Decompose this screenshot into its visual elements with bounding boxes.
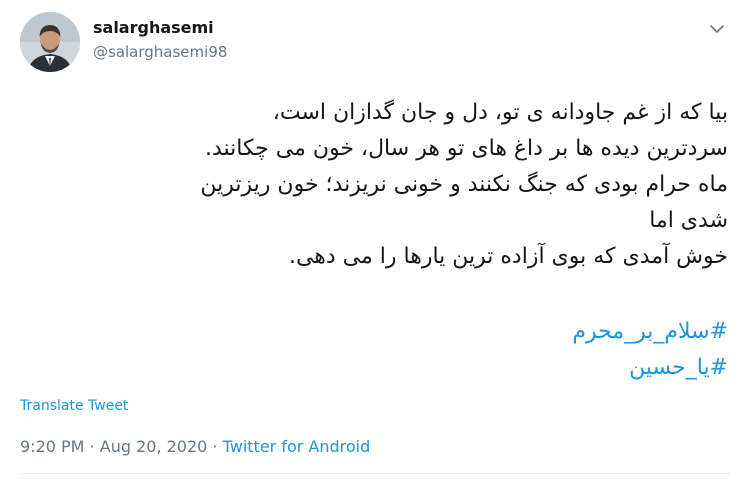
hashtag-link[interactable]: #سلام_بر_محرم (28, 314, 728, 350)
tweet-text-line: بیا که از غم جاودانه ی تو، دل و جان گداز… (272, 100, 728, 125)
avatar-image (20, 12, 80, 72)
hashtag-list: #سلام_بر_محرم #یا_حسین (28, 314, 728, 386)
avatar[interactable] (20, 12, 80, 72)
tweet-text-line: خوش آمدی که بوی آزاده ترین یارها را می د… (288, 244, 728, 269)
tweet-text-line: شدی اما (649, 208, 728, 233)
author-name[interactable]: salarghasemi (93, 18, 214, 37)
hashtag-link[interactable]: #یا_حسین (28, 350, 728, 386)
tweet-text-line: ماه حرام بودی که جنگ نکنند و خونی نریزند… (200, 172, 728, 197)
tweet-time[interactable]: 9:20 PM (20, 437, 84, 456)
divider (20, 473, 730, 474)
tweet-text-line: سردترین دیده ها بر داغ های تو هر سال، خو… (205, 136, 728, 161)
tweet-source-link[interactable]: Twitter for Android (223, 437, 371, 456)
tweet-meta: 9:20 PM · Aug 20, 2020 · Twitter for And… (20, 437, 370, 456)
tweet-date[interactable]: Aug 20, 2020 (100, 437, 208, 456)
tweet-card: salarghasemi @salarghasemi98 بیا که از غ… (0, 0, 750, 479)
meta-separator: · (212, 437, 218, 456)
translate-tweet-link[interactable]: Translate Tweet (20, 398, 128, 414)
tweet-text: بیا که از غم جاودانه ی تو، دل و جان گداز… (28, 95, 728, 275)
meta-separator: · (89, 437, 95, 456)
chevron-down-icon[interactable] (708, 20, 726, 38)
author-handle[interactable]: @salarghasemi98 (93, 43, 227, 61)
